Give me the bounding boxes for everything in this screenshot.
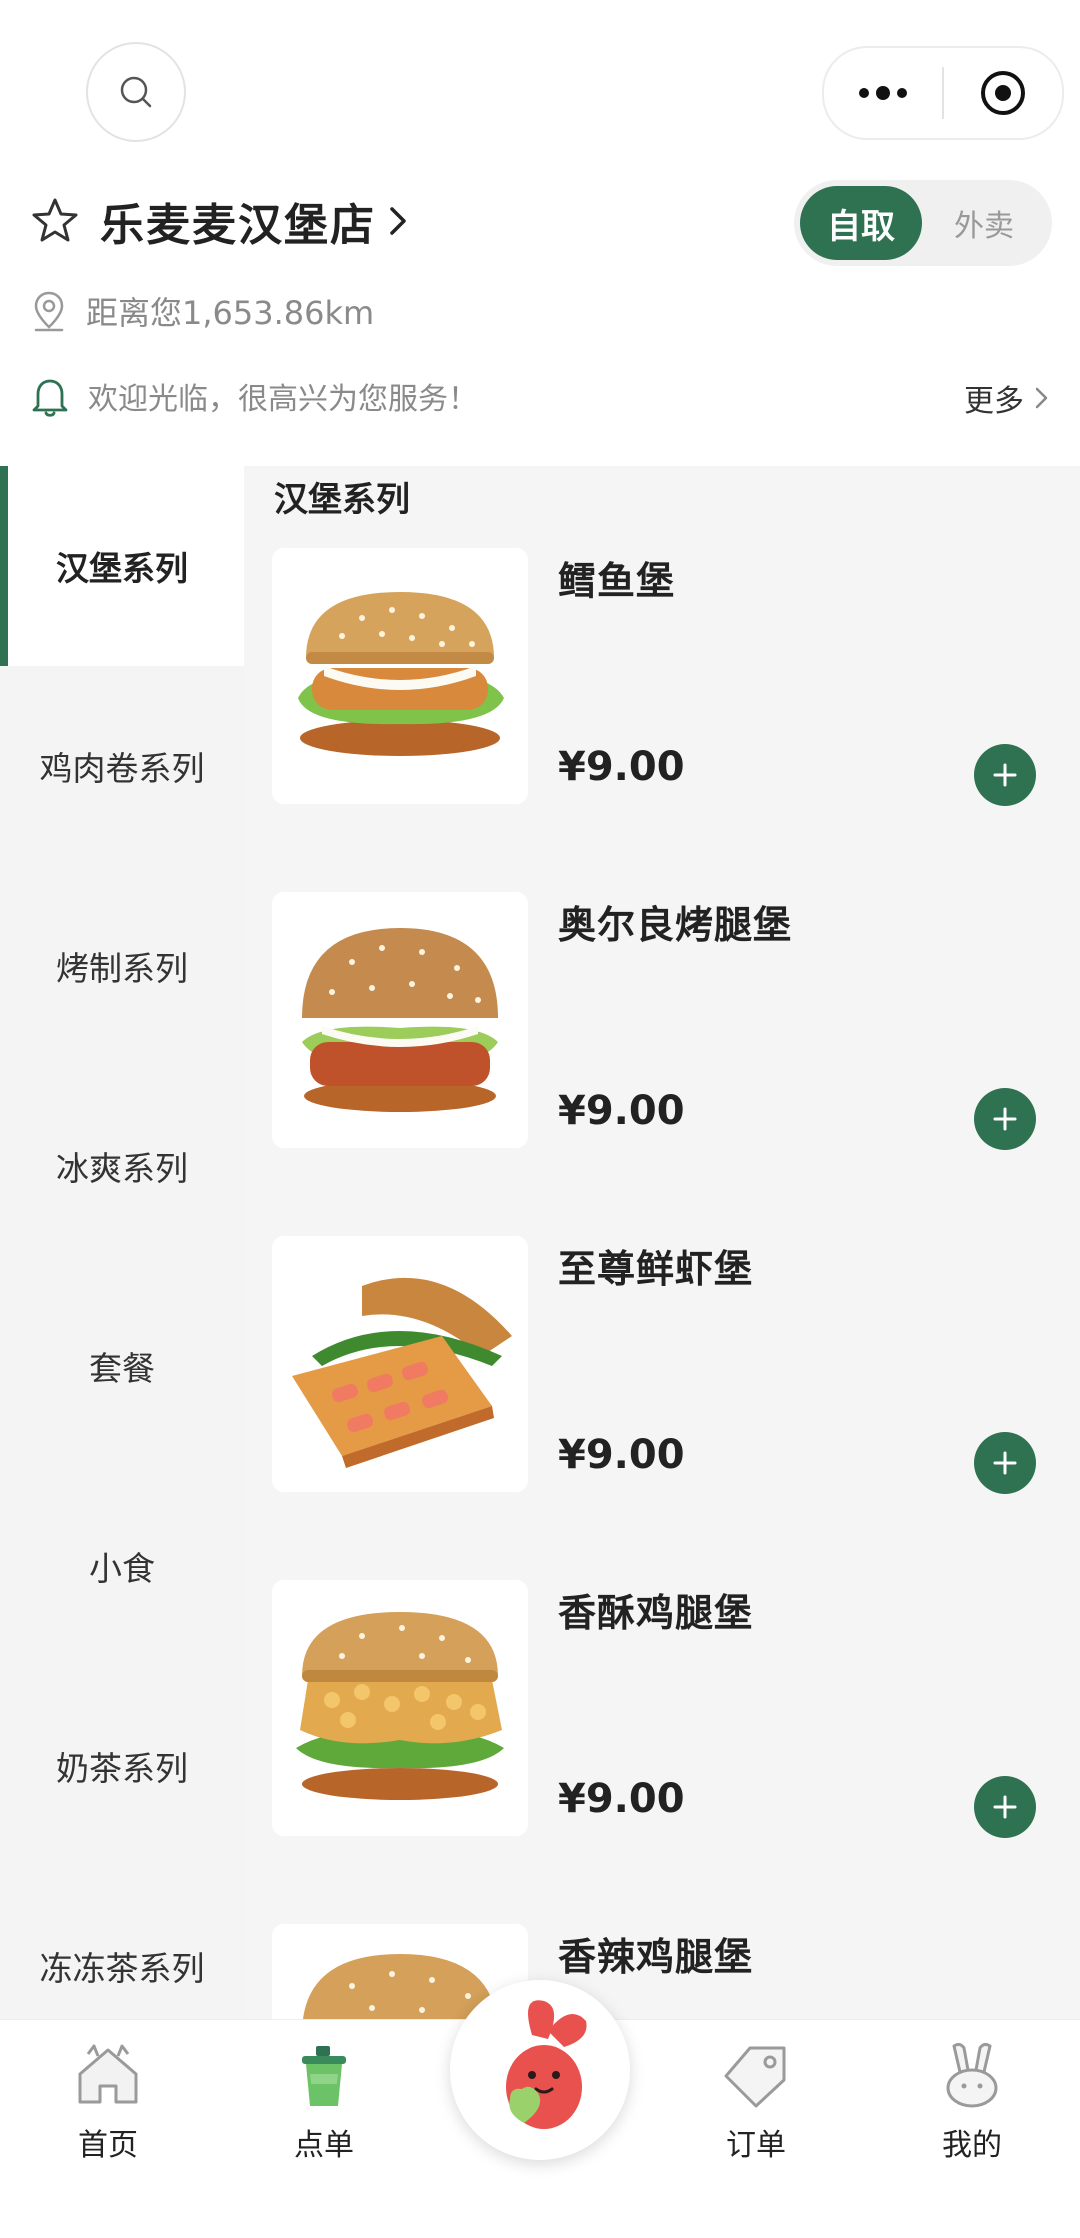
- plus-icon: [993, 1795, 1017, 1819]
- mascot-icon: [506, 2000, 587, 2129]
- more-link[interactable]: 更多: [964, 376, 1050, 420]
- burger-image: [298, 592, 504, 756]
- product-item[interactable]: 至尊鲜虾堡 ¥9.00: [244, 1236, 1080, 1580]
- tab-orders[interactable]: 订单: [686, 2020, 826, 2238]
- product-list: 汉堡系列 鳕鱼堡 ¥9.00 奥尔良烤腿堡 ¥9.00 至尊鲜虾堡 ¥9.00 …: [244, 466, 1080, 2020]
- product-price: ¥9.00: [558, 1776, 685, 1822]
- center-mascot-button[interactable]: [450, 1980, 630, 2160]
- tag-icon: [724, 2046, 786, 2108]
- more-label: 更多: [964, 384, 1024, 419]
- category-item-milk-tea[interactable]: 奶茶系列: [0, 1666, 244, 1866]
- notice-text: 欢迎光临，很高兴为您服务！: [88, 382, 478, 417]
- tab-home[interactable]: 首页: [38, 2020, 178, 2238]
- section-title: 汉堡系列: [274, 480, 410, 520]
- more-dots-icon: [859, 86, 907, 100]
- tab-label: 订单: [726, 2128, 786, 2163]
- product-name: 香辣鸡腿堡: [558, 1935, 754, 1979]
- plus-icon: [993, 1107, 1017, 1131]
- category-item-iced[interactable]: 冰爽系列: [0, 1066, 244, 1266]
- search-button[interactable]: [86, 42, 186, 142]
- product-item[interactable]: 鳕鱼堡 ¥9.00: [244, 548, 1080, 892]
- plus-icon: [993, 763, 1017, 787]
- delivery-option[interactable]: 外卖: [922, 201, 1046, 245]
- chevron-right-icon: [390, 207, 406, 235]
- product-image[interactable]: [272, 1236, 528, 1492]
- product-name: 香酥鸡腿堡: [558, 1591, 754, 1635]
- bell-icon: [32, 379, 68, 417]
- product-item[interactable]: 香辣鸡腿堡: [244, 1924, 1080, 2020]
- product-price: ¥9.00: [558, 744, 685, 790]
- distance-text: 距离您1,653.86km: [86, 294, 375, 332]
- rabbit-icon: [946, 2042, 998, 2108]
- category-item-burgers[interactable]: 汉堡系列: [0, 466, 244, 666]
- product-price: ¥9.00: [558, 1432, 685, 1478]
- product-image[interactable]: [272, 548, 528, 804]
- close-miniprogram-button[interactable]: [944, 48, 1062, 138]
- product-item[interactable]: 香酥鸡腿堡 ¥9.00: [244, 1580, 1080, 1924]
- tab-label: 点单: [294, 2128, 354, 2163]
- add-to-cart-button[interactable]: [974, 1088, 1036, 1150]
- pickup-delivery-toggle[interactable]: 自取 外卖: [794, 180, 1052, 266]
- miniprogram-capsule: [822, 46, 1064, 140]
- product-image[interactable]: [272, 1580, 528, 1836]
- add-to-cart-button[interactable]: [974, 744, 1036, 806]
- tab-label: 我的: [942, 2128, 1002, 2163]
- favorite-star-icon[interactable]: [30, 196, 80, 246]
- category-sidebar: 汉堡系列 鸡肉卷系列 烤制系列 冰爽系列 套餐 小食 奶茶系列 冻冻茶系列: [0, 466, 244, 2020]
- add-to-cart-button[interactable]: [974, 1432, 1036, 1494]
- location-pin-icon: [34, 291, 64, 332]
- tab-order[interactable]: 点单: [254, 2020, 394, 2238]
- search-icon: [120, 76, 152, 108]
- product-image[interactable]: [272, 892, 528, 1148]
- burger-image: [296, 1612, 504, 1800]
- cup-icon: [302, 2046, 346, 2106]
- add-to-cart-button[interactable]: [974, 1776, 1036, 1838]
- store-name[interactable]: 乐麦麦汉堡店: [100, 189, 376, 253]
- notice-row: 欢迎光临，很高兴为您服务！ 更多: [30, 374, 1050, 420]
- target-close-icon: [981, 71, 1025, 115]
- product-price: ¥9.00: [558, 1088, 685, 1134]
- distance-row: 距离您1,653.86km: [30, 288, 374, 334]
- chevron-right-small-icon: [1035, 387, 1048, 409]
- product-item[interactable]: 奥尔良烤腿堡 ¥9.00: [244, 892, 1080, 1236]
- product-name: 奥尔良烤腿堡: [558, 903, 793, 947]
- tab-label: 首页: [78, 2128, 138, 2163]
- store-header[interactable]: 乐麦麦汉堡店: [30, 190, 410, 252]
- pickup-option[interactable]: 自取: [800, 186, 922, 260]
- plus-icon: [993, 1451, 1017, 1475]
- home-icon: [78, 2044, 138, 2104]
- burger-image: [292, 1277, 512, 1468]
- burger-image: [302, 928, 498, 1112]
- category-item-grilled[interactable]: 烤制系列: [0, 866, 244, 1066]
- product-name: 至尊鲜虾堡: [558, 1247, 754, 1291]
- category-item-combos[interactable]: 套餐: [0, 1266, 244, 1466]
- more-menu-button[interactable]: [824, 48, 942, 138]
- category-item-chicken-wraps[interactable]: 鸡肉卷系列: [0, 666, 244, 866]
- product-name: 鳕鱼堡: [558, 559, 676, 603]
- tab-profile[interactable]: 我的: [902, 2020, 1042, 2238]
- category-item-snacks[interactable]: 小食: [0, 1466, 244, 1666]
